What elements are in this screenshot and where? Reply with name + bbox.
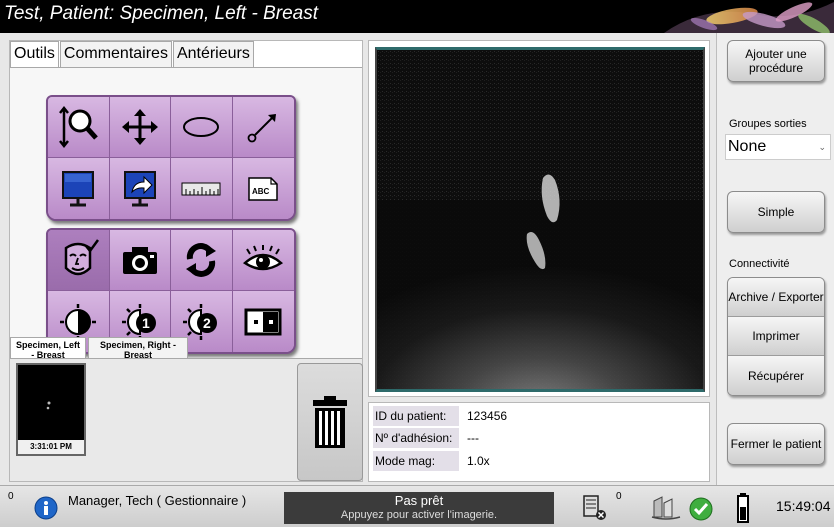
current-user: Manager, Tech ( Gestionnaire )	[68, 493, 247, 508]
retrieve-button[interactable]: Récupérer	[728, 356, 824, 395]
tools-area: ABC 1 2	[10, 68, 362, 375]
thumbnail-specimen-marks	[46, 401, 51, 410]
connectivity-label: Connectivité	[729, 258, 790, 270]
thumbnail-time: 3:31:01 PM	[18, 440, 84, 454]
system-status-title: Pas prêt	[394, 493, 444, 508]
image-viewport[interactable]	[375, 47, 705, 392]
pan-icon[interactable]	[109, 97, 171, 158]
system-status-subtitle: Appuyez pour activer l'imagerie.	[340, 509, 498, 521]
patient-face-icon[interactable]	[48, 230, 110, 291]
detector-status-icon[interactable]	[580, 493, 608, 523]
patient-id-label: ID du patient:	[373, 406, 459, 426]
left-tool-panel: Outils Commentaires Antérieurs ABC 1 2 S…	[9, 40, 363, 482]
patient-info-panel: ID du patient: 123456 Nº d'adhésion: ---…	[368, 402, 710, 482]
status-bar: 0 Manager, Tech ( Gestionnaire ) Pas prê…	[0, 485, 834, 527]
arrow-icon[interactable]	[232, 97, 294, 158]
output-groups-select[interactable]: None ⌄	[725, 134, 831, 160]
info-row-accession: Nº d'adhésion: ---	[373, 428, 479, 448]
info-icon[interactable]	[34, 496, 58, 520]
output-groups-value: None	[728, 138, 767, 155]
text-annotation-icon[interactable]: ABC	[232, 158, 294, 219]
accession-label: Nº d'adhésion:	[373, 428, 459, 448]
battery-icon[interactable]	[736, 492, 750, 524]
display-tools-group: 1 2	[46, 228, 296, 354]
send-image-icon[interactable]	[109, 158, 171, 219]
preset-2-label: 2	[203, 315, 211, 331]
left-tabs: Outils Commentaires Antérieurs	[10, 41, 255, 68]
ellipse-icon[interactable]	[171, 97, 233, 158]
connectivity-buttons: Archive / Exporter Imprimer Récupérer	[727, 277, 825, 396]
system-status-button[interactable]: Pas prêt Appuyez pour activer l'imagerie…	[284, 492, 554, 524]
patient-id-value: 123456	[467, 409, 508, 423]
close-patient-button[interactable]: Fermer le patient	[727, 423, 825, 465]
thumbnail-tabs: Specimen, Left - Breast Specimen, Right …	[10, 337, 190, 360]
invert-display-icon[interactable]	[48, 158, 110, 219]
output-groups-label: Groupes sorties	[729, 118, 807, 130]
mag-mode-value: 1.0x	[467, 454, 490, 468]
thumbnail-tab-right-breast[interactable]: Specimen, Right - Breast	[88, 337, 188, 360]
pixel-display-icon[interactable]	[232, 291, 294, 352]
text-annotation-label: ABC	[252, 187, 270, 196]
add-procedure-button[interactable]: Ajouter une procédure	[727, 40, 825, 82]
specimen-image	[377, 50, 703, 389]
zoom-icon[interactable]	[48, 97, 110, 158]
mag-mode-label: Mode mag:	[373, 451, 459, 471]
image-tools-group: ABC	[46, 95, 296, 221]
tab-outils[interactable]: Outils	[10, 41, 59, 68]
chevron-down-icon: ⌄	[818, 142, 826, 152]
check-status-icon[interactable]	[688, 496, 714, 522]
flower-banner-decoration	[664, 2, 834, 33]
info-row-mag-mode: Mode mag: 1.0x	[373, 451, 490, 471]
clock: 15:49:04	[776, 498, 831, 514]
camera-icon[interactable]	[109, 230, 171, 291]
window-title: Test, Patient: Specimen, Left - Breast	[4, 3, 319, 24]
output-queue-icon[interactable]	[650, 495, 682, 521]
output-queue-count: 0	[616, 491, 622, 502]
ruler-icon[interactable]	[171, 158, 233, 219]
image-viewer-frame	[368, 40, 710, 397]
image-thumbnail[interactable]: 3:31:01 PM	[16, 363, 86, 456]
right-action-panel: Ajouter une procédure Groupes sorties No…	[716, 33, 834, 485]
info-row-patient-id: ID du patient: 123456	[373, 406, 507, 426]
archive-export-button[interactable]: Archive / Exporter	[728, 278, 824, 317]
print-button[interactable]: Imprimer	[728, 317, 824, 356]
preset-1-label: 1	[142, 315, 150, 331]
eye-icon[interactable]	[232, 230, 294, 291]
delete-trash-button[interactable]	[297, 363, 363, 481]
alert-count: 0	[8, 491, 14, 502]
trash-icon	[313, 396, 347, 448]
title-bar: Test, Patient: Specimen, Left - Breast	[0, 0, 834, 33]
thumbnail-area: 3:31:01 PM	[10, 359, 363, 481]
tab-anterieurs[interactable]: Antérieurs	[172, 41, 254, 68]
thumbnail-tab-left-breast[interactable]: Specimen, Left - Breast	[10, 337, 86, 360]
refresh-icon[interactable]	[171, 230, 233, 291]
simple-button[interactable]: Simple	[727, 191, 825, 233]
tab-commentaires[interactable]: Commentaires	[59, 41, 172, 68]
accession-value: ---	[467, 431, 479, 445]
